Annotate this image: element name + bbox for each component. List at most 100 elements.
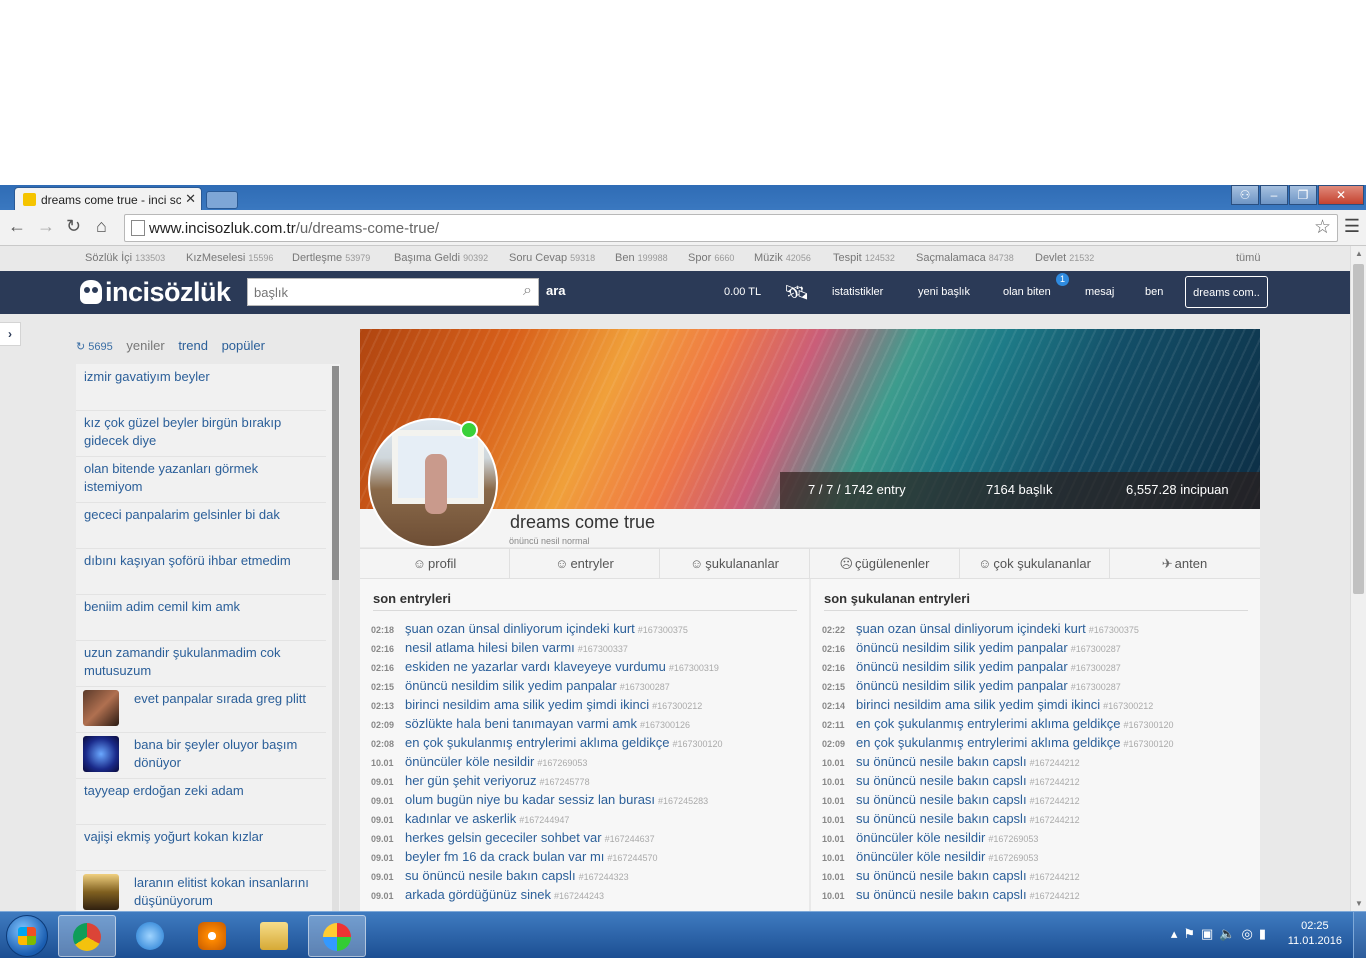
tab-sukulananlar[interactable]: ☺ şukulananlar <box>660 549 810 578</box>
entry-title-link[interactable]: önüncüler köle nesildir <box>405 754 534 769</box>
entry-id[interactable]: #167244243 <box>554 891 604 901</box>
entry-id[interactable]: #167300375 <box>638 625 688 635</box>
entry-title-link[interactable]: su önüncü nesile bakın capslı <box>856 887 1027 902</box>
list-item[interactable]: izmir gavatiyım beyler <box>76 364 326 410</box>
entry-title-link[interactable]: su önüncü nesile bakın capslı <box>856 868 1027 883</box>
entry-title-link[interactable]: şuan ozan ünsal dinliyorum içindeki kurt <box>856 621 1086 636</box>
list-item[interactable]: tayyeap erdoğan zeki adam <box>76 778 326 824</box>
entry-id[interactable]: #167244212 <box>1030 815 1080 825</box>
new-tab-button[interactable] <box>206 191 238 209</box>
bookmark-star-icon[interactable]: ☆ <box>1314 216 1331 239</box>
table-row[interactable]: 09.01 olum bugün niye bu kadar sessiz lan… <box>371 792 708 807</box>
category-link[interactable]: Dertleşme 53979 <box>292 252 370 264</box>
browser-tab[interactable]: dreams come true - inci sc ✕ <box>14 187 202 211</box>
table-row[interactable]: 09.01 kadınlar ve askerlik #167244947 <box>371 811 569 826</box>
entry-id[interactable]: #167244947 <box>519 815 569 825</box>
category-link[interactable]: Müzik 42056 <box>754 252 811 264</box>
category-link[interactable]: Devlet 21532 <box>1035 252 1094 264</box>
entry-id[interactable]: #167244212 <box>1030 777 1080 787</box>
minimize-button[interactable]: – <box>1260 185 1288 205</box>
nav-ben[interactable]: ben <box>1145 286 1163 298</box>
search-button[interactable]: ara <box>546 283 566 298</box>
tab-yeniler[interactable]: yeniler <box>126 338 164 353</box>
table-row[interactable]: 10.01 önüncüler köle nesildir #167269053 <box>822 849 1038 864</box>
entry-id[interactable]: #167300120 <box>1123 739 1173 749</box>
satellite-icon[interactable]: 🛰 <box>784 280 809 305</box>
entry-id[interactable]: #167269053 <box>537 758 587 768</box>
user-icon[interactable]: ⚇ <box>1231 185 1259 205</box>
entry-title-link[interactable]: önüncüler köle nesildir <box>856 830 985 845</box>
entry-id[interactable]: #167269053 <box>988 853 1038 863</box>
table-row[interactable]: 10.01 su önüncü nesile bakın capslı #16724… <box>822 811 1080 826</box>
entry-title-link[interactable]: önüncü nesildim silik yedim panpalar <box>856 678 1068 693</box>
category-link[interactable]: Ben 199988 <box>615 252 668 264</box>
category-link[interactable]: Soru Cevap 59318 <box>509 252 595 264</box>
nav-yeni-baslik[interactable]: yeni başlık <box>918 286 970 298</box>
entry-title-link[interactable]: en çok şukulanmış entrylerimi aklıma gel… <box>405 735 669 750</box>
entry-id[interactable]: #167300287 <box>620 682 670 692</box>
entry-id[interactable]: #167300319 <box>669 663 719 673</box>
list-item[interactable]: beniim adim cemil kim amk <box>76 594 326 640</box>
scroll-down-icon[interactable]: ▼ <box>1355 899 1363 908</box>
entry-title-link[interactable]: şuan ozan ünsal dinliyorum içindeki kurt <box>405 621 635 636</box>
entry-title-link[interactable]: önüncü nesildim silik yedim panpalar <box>856 659 1068 674</box>
address-bar[interactable]: www.incisozluk.com.tr/u/dreams-come-true… <box>124 214 1338 242</box>
site-logo[interactable]: incisözlük <box>80 277 231 308</box>
list-item[interactable]: olan bitende yazanları görmek istemiyom <box>76 456 326 502</box>
tab-profil[interactable]: ☺ profil <box>360 549 510 578</box>
sidebar-toggle-icon[interactable]: › <box>0 322 21 346</box>
nav-mesaj[interactable]: mesaj <box>1085 286 1114 298</box>
entry-title-link[interactable]: en çok şukulanmış entrylerimi aklıma gel… <box>856 735 1120 750</box>
entry-title-link[interactable]: önüncü nesildim silik yedim panpalar <box>405 678 617 693</box>
entry-title-link[interactable]: nesil atlama hilesi bilen varmı <box>405 640 575 655</box>
list-item[interactable]: evet panpalar sırada greg plitt <box>76 686 326 732</box>
table-row[interactable]: 09.01 herkes gelsin gececiler sohbet var #… <box>371 830 655 845</box>
avatar[interactable] <box>368 418 498 548</box>
close-window-button[interactable]: ✕ <box>1318 185 1364 205</box>
ie-taskbar-button[interactable] <box>122 915 178 955</box>
entry-id[interactable]: #167300126 <box>640 720 690 730</box>
table-row[interactable]: 10.01 su önüncü nesile bakın capslı #16724… <box>822 792 1080 807</box>
start-button[interactable] <box>6 915 48 957</box>
topic-scroll-thumb[interactable] <box>332 366 339 580</box>
table-row[interactable]: 02:16 önüncü nesildim silik yedim panpala… <box>822 640 1121 655</box>
entry-title-link[interactable]: olum bugün niye bu kadar sessiz lan bura… <box>405 792 655 807</box>
entry-id[interactable]: #167244637 <box>605 834 655 844</box>
menu-icon[interactable]: ☰ <box>1344 216 1360 237</box>
paint-taskbar-button[interactable] <box>308 915 366 957</box>
entry-title-link[interactable]: su önüncü nesile bakın capslı <box>405 868 576 883</box>
entry-id[interactable]: #167300120 <box>672 739 722 749</box>
category-link[interactable]: KızMeselesi 15596 <box>186 252 273 264</box>
list-item[interactable]: gececi panpalarim gelsinler bi dak <box>76 502 326 548</box>
balance-link[interactable]: 0.00 TL <box>724 286 761 298</box>
table-row[interactable]: 10.01 önüncüler köle nesildir #167269053 <box>371 754 587 769</box>
table-row[interactable]: 10.01 su önüncü nesile bakın capslı #16724… <box>822 887 1080 902</box>
explorer-taskbar-button[interactable] <box>246 915 302 955</box>
entry-title-link[interactable]: su önüncü nesile bakın capslı <box>856 754 1027 769</box>
table-row[interactable]: 02:16 önüncü nesildim silik yedim panpala… <box>822 659 1121 674</box>
entry-id[interactable]: #167300212 <box>1103 701 1153 711</box>
table-row[interactable]: 09.01 beyler fm 16 da crack bulan var mı #… <box>371 849 657 864</box>
table-row[interactable]: 02:14 birinci nesildim ama silik yedim şi… <box>822 697 1153 712</box>
list-item[interactable]: vajişi ekmiş yoğurt kokan kızlar <box>76 824 326 870</box>
table-row[interactable]: 02:08 en çok şukulanmış entrylerimi aklım… <box>371 735 723 750</box>
list-item[interactable]: bana bir şeyler oluyor başım dönüyor <box>76 732 326 778</box>
all-categories-link[interactable]: tümü <box>1236 252 1260 264</box>
entry-id[interactable]: #167269053 <box>988 834 1038 844</box>
entry-title-link[interactable]: birinci nesildim ama silik yedim şimdi i… <box>405 697 649 712</box>
clock[interactable]: 02:25 11.01.2016 <box>1288 919 1342 949</box>
close-tab-icon[interactable]: ✕ <box>185 191 196 207</box>
table-row[interactable]: 02:09 en çok şukulanmış entrylerimi aklım… <box>822 735 1174 750</box>
user-menu-button[interactable]: dreams com.. <box>1185 276 1268 308</box>
table-row[interactable]: 10.01 su önüncü nesile bakın capslı #16724… <box>822 754 1080 769</box>
table-row[interactable]: 02:22 şuan ozan ünsal dinliyorum içindeki… <box>822 621 1139 636</box>
tab-trend[interactable]: trend <box>178 338 208 353</box>
category-link[interactable]: Sözlük İçi 133503 <box>85 252 165 264</box>
refresh-count[interactable]: ↻ 5695 <box>76 341 113 353</box>
table-row[interactable]: 02:15 önüncü nesildim silik yedim panpala… <box>371 678 670 693</box>
entry-title-link[interactable]: sözlükte hala beni tanımayan varmi amk <box>405 716 637 731</box>
reload-icon[interactable]: ↻ <box>66 216 81 237</box>
tab-anten[interactable]: ✈ anten <box>1110 549 1259 578</box>
table-row[interactable]: 02:09 sözlükte hala beni tanımayan varmi … <box>371 716 690 731</box>
search-icon[interactable]: ⌕ <box>523 282 532 300</box>
